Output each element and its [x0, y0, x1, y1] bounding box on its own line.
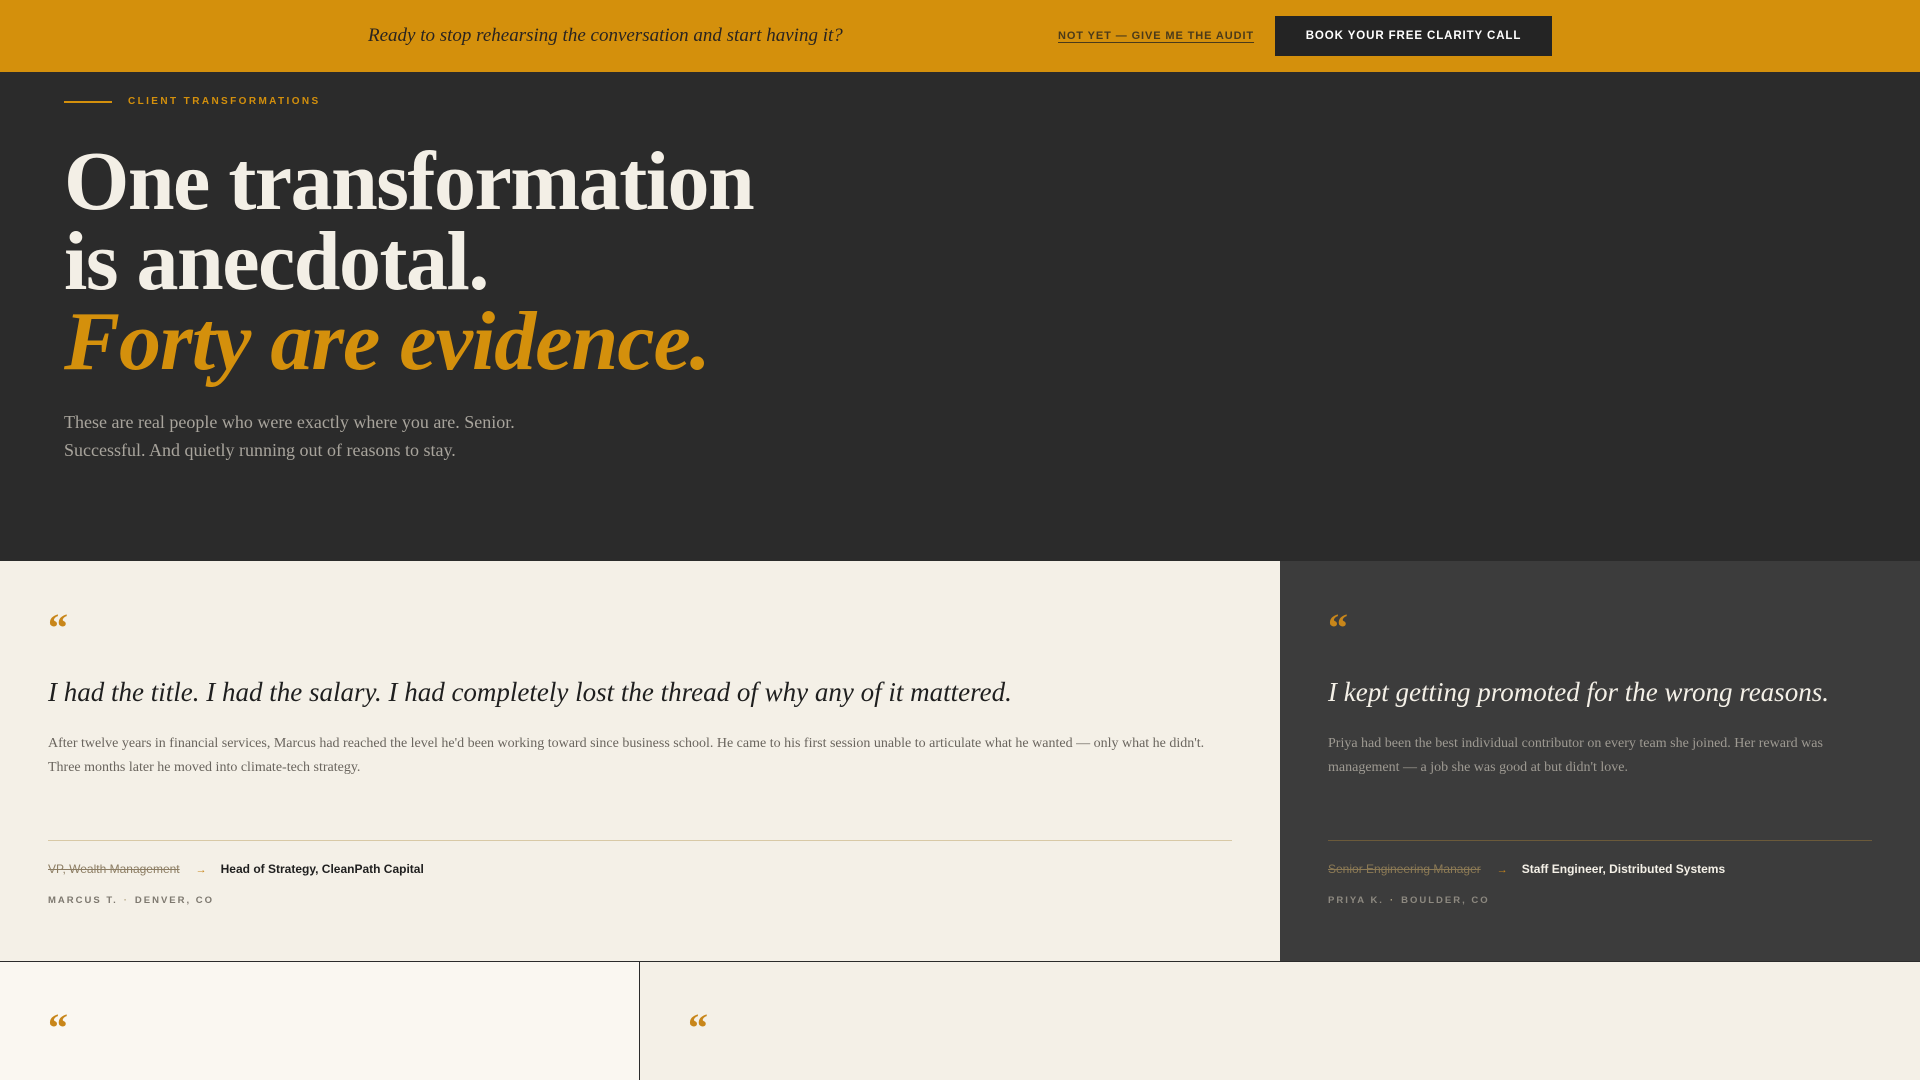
new-role: Head of Strategy, CleanPath Capital: [220, 862, 424, 876]
testimonial-quote: I had the title. I had the salary. I had…: [48, 677, 1012, 707]
quote-mark-icon: “: [688, 1005, 708, 1050]
client-name: PRIYA K.: [1328, 895, 1384, 906]
book-clarity-call-button[interactable]: BOOK YOUR FREE CLARITY CALL: [1275, 16, 1552, 56]
testimonial-card-priya: “ I kept getting promoted for the wrong …: [1280, 561, 1920, 961]
client-name: MARCUS T.: [48, 895, 118, 906]
client-location: DENVER, CO: [134, 895, 215, 906]
role-transition: Senior Engineering Manager → Staff Enginee…: [1328, 861, 1725, 878]
card-divider: [1328, 840, 1872, 841]
eyebrow-label: CLIENT TRANSFORMATIONS: [128, 96, 321, 107]
testimonial-story: After twelve years in financial services…: [48, 736, 1205, 775]
previous-role: VP, Wealth Management: [48, 862, 180, 876]
headline-line-3: Forty are evidence.: [64, 295, 711, 388]
separator-dot: ·: [123, 895, 129, 906]
card-divider: [48, 840, 1232, 841]
arrow-right-icon: →: [195, 864, 207, 876]
eyebrow-divider: [64, 101, 112, 103]
previous-role: Senior Engineering Manager: [1328, 862, 1481, 876]
client-location: BOULDER, CO: [1401, 895, 1490, 906]
quote-mark-icon: “: [1328, 605, 1348, 650]
testimonial-story: Priya had been the best individual contr…: [1328, 736, 1823, 775]
role-transition: VP, Wealth Management → Head of Strategy, …: [48, 861, 424, 878]
client-attribution: PRIYA K. · BOULDER, CO: [1328, 895, 1490, 906]
testimonial-card-4: “: [640, 961, 1920, 1080]
testimonial-card-3: “: [0, 961, 640, 1080]
separator-dot: ·: [1389, 895, 1396, 906]
hero-section: CLIENT TRANSFORMATIONS One transformatio…: [0, 72, 1920, 561]
headline-line-2: is anecdotal.: [64, 215, 489, 308]
client-attribution: MARCUS T. · DENVER, CO: [48, 895, 214, 906]
hero-subtext: These are real people who were exactly w…: [64, 412, 515, 460]
headline-line-1: One transformation: [64, 135, 755, 228]
page-title: One transformation is anecdotal. Forty a…: [64, 135, 755, 388]
banner-text: Ready to stop rehearsing the conversatio…: [368, 25, 843, 46]
testimonial-quote: I kept getting promoted for the wrong re…: [1328, 677, 1829, 707]
new-role: Staff Engineer, Distributed Systems: [1521, 862, 1726, 876]
quote-mark-icon: “: [48, 605, 68, 650]
testimonial-card-marcus: “ I had the title. I had the salary. I h…: [0, 561, 1280, 961]
top-banner: Ready to stop rehearsing the conversatio…: [0, 0, 1920, 72]
quote-mark-icon: “: [48, 1005, 68, 1050]
arrow-right-icon: →: [1496, 864, 1508, 876]
audit-link[interactable]: NOT YET — GIVE ME THE AUDIT: [1058, 30, 1254, 42]
